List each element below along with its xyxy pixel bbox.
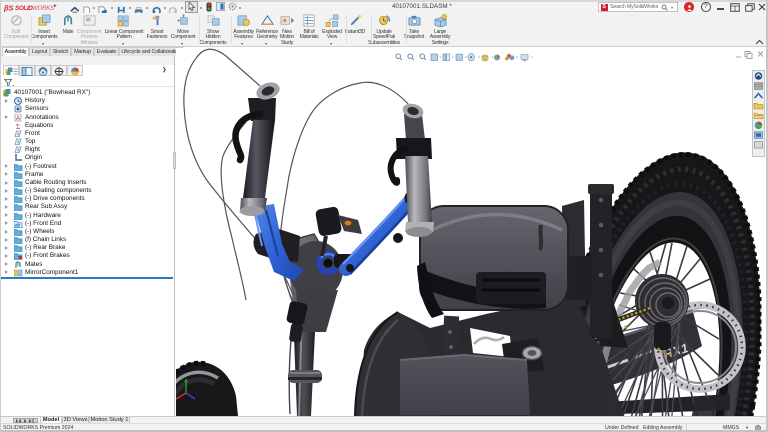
svg-text:Σ: Σ: [16, 122, 20, 130]
svg-text:SOLID: SOLID: [15, 5, 33, 12]
svg-text:βS: βS: [4, 3, 13, 12]
svg-text:A: A: [16, 116, 20, 122]
svg-text:WORKS: WORKS: [32, 5, 55, 12]
